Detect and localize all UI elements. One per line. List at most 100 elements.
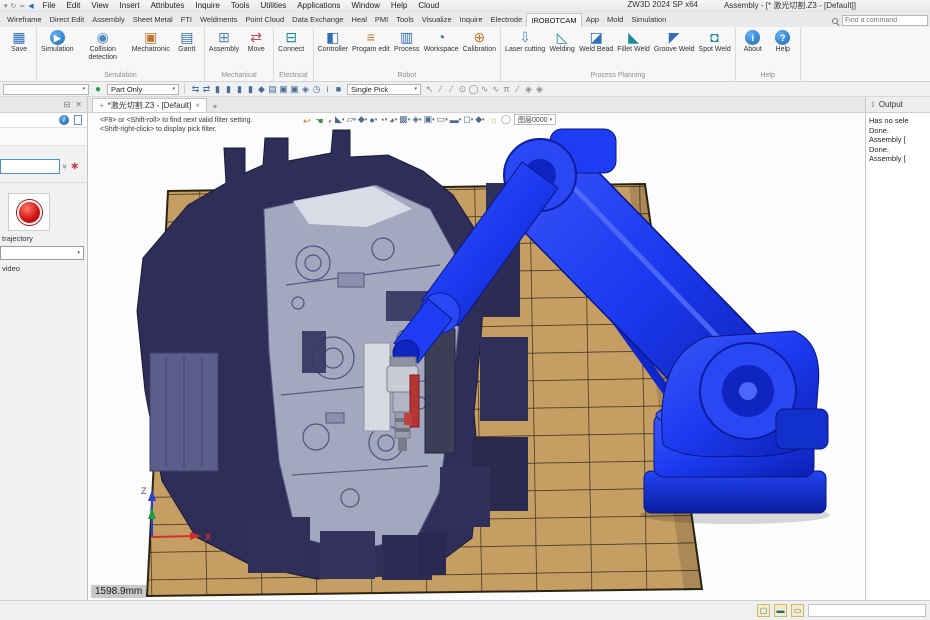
view-toolbar-button[interactable]: ◣ ▾ <box>334 114 345 125</box>
ribbon-tab[interactable]: PMI <box>371 13 392 27</box>
draw-toolbar-icon[interactable]: ∿ <box>479 84 490 95</box>
menu-item[interactable]: Cloud <box>418 1 439 10</box>
ribbon-tab[interactable]: Assembly <box>88 13 129 27</box>
ribbon-tab[interactable]: Inquire <box>456 13 487 27</box>
draw-toolbar-icon[interactable]: ◈ <box>534 84 545 95</box>
spot-weld-button[interactable]: ◘ Spot Weld <box>698 28 732 54</box>
menu-item[interactable]: View <box>91 1 108 10</box>
filter-toolbar-icon[interactable]: ⇄ <box>201 84 212 95</box>
ribbon-tab[interactable]: App <box>582 13 603 27</box>
draw-toolbar-icon[interactable]: ∕ <box>512 84 523 95</box>
draw-toolbar-icon[interactable]: ◯ <box>468 84 479 95</box>
draw-toolbar-icon[interactable]: ↖ <box>424 84 435 95</box>
move-button[interactable]: ⇄ Move <box>242 28 270 54</box>
output-pin-icon[interactable]: ↧ <box>870 101 876 109</box>
menu-item[interactable]: Applications <box>297 1 340 10</box>
tab-close-icon[interactable]: × <box>195 101 200 110</box>
3d-scene[interactable]: Z X <box>88 113 865 600</box>
process-button[interactable]: ▥ Process <box>393 28 421 54</box>
menu-item[interactable]: Help <box>391 1 407 10</box>
about-button[interactable]: i About <box>739 28 767 54</box>
program-edit-button[interactable]: ≡ Progam edit <box>351 28 391 54</box>
panel-close-icon[interactable]: ✕ <box>75 100 82 109</box>
view-toolbar-button[interactable]: ◆ ▾ <box>357 114 368 125</box>
filter-toolbar-icon[interactable]: ◈ <box>300 84 311 95</box>
menu-item[interactable]: Edit <box>67 1 81 10</box>
trajectory-select[interactable]: ▾ <box>0 246 84 260</box>
pick-scope-combo[interactable]: Part Only ▾ <box>107 84 179 95</box>
ribbon-tab[interactable]: Heal <box>347 13 370 27</box>
ribbon-toggle-icon[interactable]: ≂ <box>19 2 25 10</box>
view-toolbar-button[interactable]: ◔ ▾ <box>378 114 388 125</box>
fillet-weld-button[interactable]: ◣ Fillet Weld <box>616 28 651 54</box>
find-command-input[interactable] <box>842 15 928 26</box>
controller-button[interactable]: ◧ Controller <box>317 28 349 54</box>
new-tab-button[interactable]: + <box>207 102 223 112</box>
save-button[interactable]: ▦ Save <box>5 28 33 54</box>
filter-toolbar-icon[interactable]: ■ <box>333 84 344 95</box>
menu-item[interactable]: File <box>43 1 56 10</box>
filter-toolbar-icon[interactable]: ▮ <box>223 84 234 95</box>
quick-menu-caret-icon[interactable]: ▾ <box>4 2 8 10</box>
ring-icon[interactable]: ◯ <box>501 114 511 125</box>
search-icon[interactable] <box>832 18 838 24</box>
view-toolbar-button[interactable]: ▬ ▾ <box>449 114 463 125</box>
draw-toolbar-icon[interactable]: ∕ <box>435 84 446 95</box>
view-toolbar-button[interactable]: ● ▾ <box>368 114 378 125</box>
document-icon[interactable] <box>74 115 82 125</box>
ribbon-tab[interactable]: Wireframe <box>3 13 46 27</box>
view-combo[interactable]: ▾ <box>3 84 89 95</box>
filter-toolbar-icon[interactable]: ▮ <box>212 84 223 95</box>
ribbon-tab[interactable]: Data Exchange <box>288 13 347 27</box>
ribbon-tab[interactable]: Mold <box>603 13 627 27</box>
refresh-icon[interactable]: ↻ <box>11 2 17 10</box>
exit-pick-icon[interactable]: ↩ <box>303 116 311 127</box>
pick-mode-combo[interactable]: Single Pick ▾ <box>347 84 421 95</box>
mechatronic-button[interactable]: ▣ Mechatronic <box>131 28 171 54</box>
red-marker-icon[interactable]: ∗ <box>70 161 78 172</box>
menu-item[interactable]: Utilities <box>261 1 287 10</box>
ribbon-tab[interactable]: Electrode <box>487 13 527 27</box>
view-toolbar-button[interactable]: ▱ ▾ <box>345 114 356 125</box>
view-toolbar-button[interactable]: ◻ ▾ <box>462 114 474 125</box>
ribbon-tab[interactable]: IROBOTCAM <box>526 13 581 27</box>
ribbon-tab[interactable]: Point Cloud <box>241 13 288 27</box>
laser-cutting-button[interactable]: ⇩ Laser cutting <box>504 28 546 54</box>
ribbon-tab[interactable]: Weldments <box>196 13 241 27</box>
panel-minimize-icon[interactable]: ⊟ <box>64 100 71 109</box>
view-toolbar-button[interactable]: ▩ ▾ <box>398 114 411 125</box>
pick-hand-icon[interactable]: ☚ <box>316 116 324 127</box>
layer-combo[interactable]: 图层0000 ▾ <box>514 114 556 125</box>
assembly-button[interactable]: ⊞ Assembly <box>208 28 240 54</box>
ribbon-tab[interactable]: Simulation <box>627 13 670 27</box>
view-toolbar-button[interactable]: ◈ ▾ <box>411 114 422 125</box>
ribbon-tab[interactable]: Sheet Metal <box>129 13 177 27</box>
draw-toolbar-icon[interactable]: ◈ <box>523 84 534 95</box>
draw-toolbar-icon[interactable]: ⊙ <box>457 84 468 95</box>
filter-toolbar-icon[interactable]: ▮ <box>245 84 256 95</box>
filter-toolbar-icon[interactable]: ◷ <box>311 84 322 95</box>
filter-toolbar-icon[interactable]: ≀ <box>322 84 333 95</box>
info-icon[interactable]: i <box>59 115 69 125</box>
expand-chevron-icon[interactable]: » <box>61 164 70 168</box>
record-trajectory-button[interactable] <box>8 193 50 231</box>
groove-weld-button[interactable]: ◤ Groove Weld <box>653 28 696 54</box>
simulation-button[interactable]: ▶ Simulation <box>40 28 75 54</box>
collision-detection-button[interactable]: ◉ Collision detection <box>77 28 129 62</box>
help-button[interactable]: ? Help <box>769 28 797 54</box>
draw-toolbar-icon[interactable]: ∕ <box>446 84 457 95</box>
panel-toggle-icon[interactable]: ▭ <box>791 604 804 617</box>
ribbon-tab[interactable]: Direct Edit <box>46 13 89 27</box>
menu-item[interactable]: Window <box>351 1 379 10</box>
filter-toolbar-icon[interactable]: ▤ <box>267 84 278 95</box>
gantt-button[interactable]: ▤ Gantt <box>173 28 201 54</box>
document-tab[interactable]: + *激光切割.Z3 - [Default] × <box>92 98 207 112</box>
ribbon-tab[interactable]: Visualize <box>418 13 456 27</box>
filter-toolbar-icon[interactable]: ⇆ <box>190 84 201 95</box>
view-toolbar-button[interactable]: ◆ ▾ <box>474 114 485 125</box>
regen-icon[interactable]: ● <box>92 84 104 95</box>
menu-item[interactable]: Insert <box>120 1 140 10</box>
workspace-toggle-icon[interactable]: ▢ <box>757 604 770 617</box>
filter-toolbar-icon[interactable]: ▣ <box>289 84 300 95</box>
selection-input[interactable] <box>0 159 60 174</box>
